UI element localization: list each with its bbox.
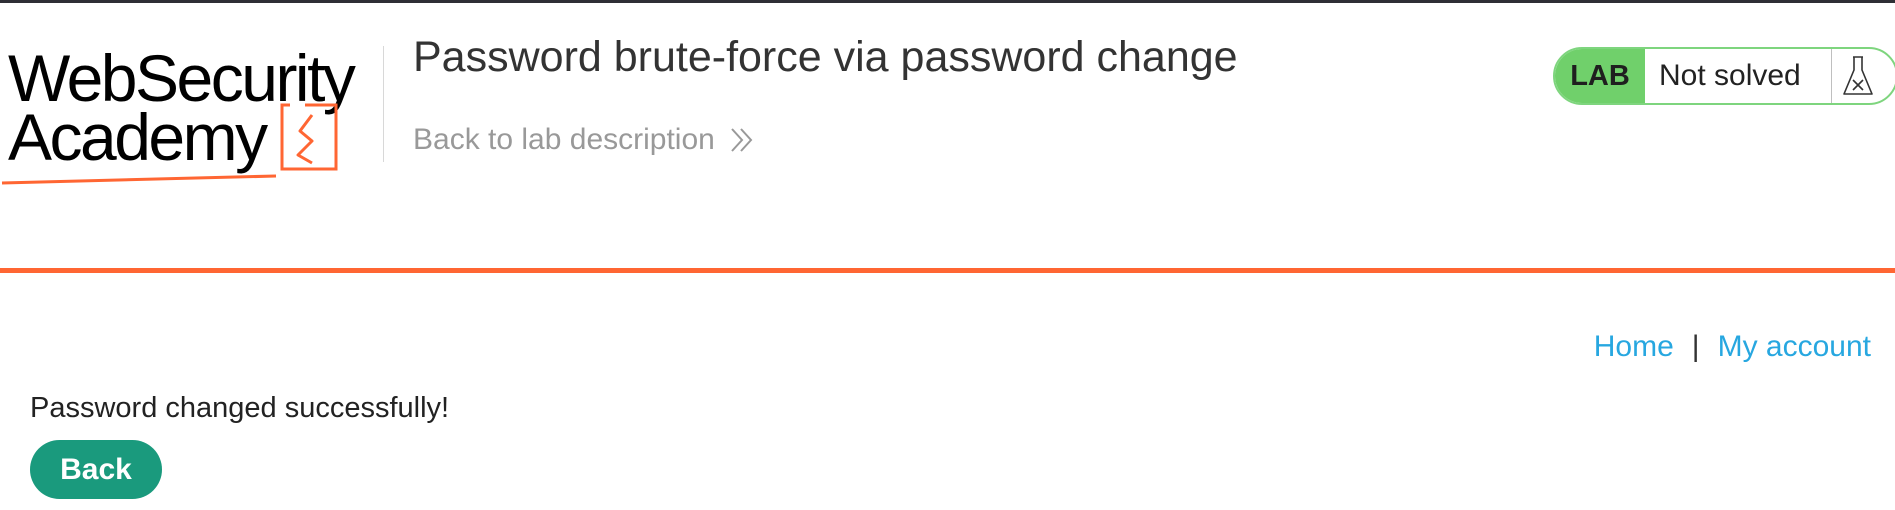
- top-nav: Home | My account: [1594, 330, 1871, 364]
- page-header: WebSecurity Academy Password brute-force…: [0, 3, 1895, 269]
- back-link-label: Back to lab description: [413, 123, 715, 156]
- flask-icon: [1843, 56, 1873, 95]
- back-to-lab-description-link[interactable]: Back to lab description: [413, 123, 755, 157]
- lab-status-widget: LAB Not solved: [1553, 47, 1895, 105]
- nav-link-my-account[interactable]: My account: [1718, 330, 1871, 364]
- success-message: Password changed successfully!: [30, 392, 450, 424]
- nav-link-home[interactable]: Home: [1594, 330, 1674, 364]
- back-button[interactable]: Back: [30, 440, 162, 499]
- logo-mark-icon: [1, 103, 338, 185]
- lab-status-icon-container: [1832, 49, 1895, 103]
- lab-badge: LAB: [1555, 49, 1645, 103]
- page-title: Password brute-force via password change: [413, 33, 1238, 81]
- double-chevron-right-icon: [731, 128, 753, 152]
- header-bottom-border: [0, 268, 1895, 273]
- header-divider: [383, 46, 384, 162]
- nav-separator: |: [1691, 330, 1700, 363]
- lab-status-text: Not solved: [1645, 49, 1832, 103]
- web-security-academy-logo[interactable]: WebSecurity Academy: [0, 43, 380, 185]
